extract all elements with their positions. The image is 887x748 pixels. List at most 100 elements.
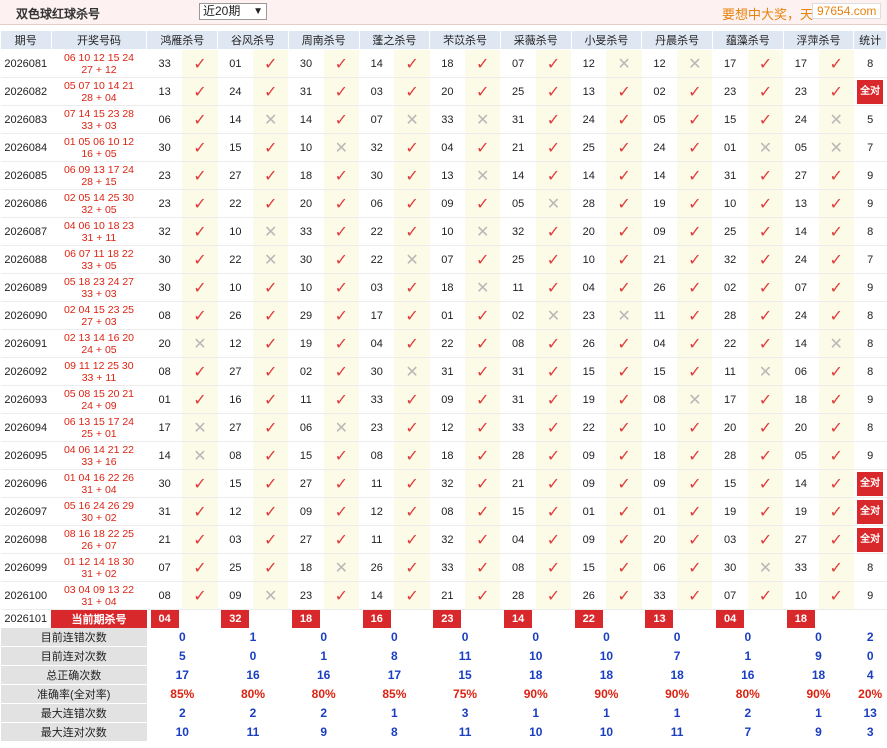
check-icon: ✓ <box>334 307 349 325</box>
draw-blue: 31 + 04 <box>81 483 117 496</box>
summary-value: 8 <box>359 646 430 666</box>
check-icon: ✓ <box>253 357 289 386</box>
check-icon: ✓ <box>546 111 561 129</box>
kill-number: 27 <box>288 469 324 498</box>
check-icon: ✓ <box>394 301 430 330</box>
check-icon: ✓ <box>606 469 642 498</box>
check-icon: ✓ <box>323 273 360 302</box>
draw-reds: 08 16 18 22 25 <box>63 527 135 540</box>
draw-reds: 05 07 10 14 21 <box>63 79 135 92</box>
check-icon: ✓ <box>323 357 360 386</box>
check-icon: ✓ <box>617 447 631 465</box>
check-icon: ✓ <box>546 587 561 605</box>
check-icon: ✓ <box>747 525 784 554</box>
summary-value: 0 <box>783 628 854 647</box>
check-icon: ✓ <box>394 497 430 526</box>
check-icon: ✓ <box>617 391 631 409</box>
check-icon: ✓ <box>546 223 561 241</box>
spacer-cell <box>748 610 783 629</box>
site-link[interactable]: 97654.com <box>812 3 882 19</box>
check-icon: ✓ <box>465 385 501 414</box>
draw-reds: 04 06 14 21 22 <box>63 443 135 456</box>
current-kill-label: 当前期杀号 <box>51 609 147 628</box>
check-icon: ✓ <box>405 55 419 73</box>
draw-reds: 01 05 06 10 12 <box>63 135 135 148</box>
stat-cell: 9 <box>853 441 887 470</box>
draw-cell: 06 07 11 18 22 33 + 05 <box>51 245 147 274</box>
check-icon: ✓ <box>193 307 207 325</box>
check-icon: ✓ <box>829 419 843 437</box>
table-row: 2026096 01 04 16 22 26 31 + 04 30 ✓ 15 ✓ 27 ✓ 11 ✓… <box>0 469 887 498</box>
check-icon: ✓ <box>747 413 784 442</box>
check-icon: ✓ <box>617 475 631 493</box>
kill-number: 09 <box>571 469 607 498</box>
check-icon: ✓ <box>617 279 631 297</box>
kill-number: 14 <box>359 581 395 610</box>
draw-cell: 09 11 12 25 30 33 + 11 <box>51 357 147 386</box>
check-icon: ✓ <box>253 525 289 554</box>
check-icon: ✓ <box>193 391 207 409</box>
check-icon: ✓ <box>476 559 490 577</box>
kill-number: 15 <box>217 133 253 162</box>
check-icon: ✓ <box>688 559 702 577</box>
draw-blue: 16 + 05 <box>81 147 117 160</box>
check-icon: ✓ <box>253 385 289 414</box>
check-icon: ✓ <box>677 553 713 582</box>
check-icon: ✓ <box>323 329 360 358</box>
check-icon: ✓ <box>677 357 713 386</box>
check-icon: ✓ <box>193 167 207 185</box>
kill-number-table: 期号 开奖号码 鸿雁杀号 谷风杀号 周南杀号 蓬之杀号 芣苡杀号 采薇杀号 小旻杀号 丹晨杀号… <box>0 30 887 742</box>
table-header-row: 期号 开奖号码 鸿雁杀号 谷风杀号 周南杀号 蓬之杀号 芣苡杀号 采薇杀号 小旻杀号 丹晨杀号… <box>0 30 887 50</box>
check-icon: ✓ <box>193 55 207 73</box>
check-icon: ✓ <box>465 245 501 274</box>
summary-value: 0 <box>429 628 501 647</box>
check-icon: ✓ <box>546 531 561 549</box>
kill-number: 19 <box>783 497 819 526</box>
table-row: 2026098 08 16 18 22 25 26 + 07 21 ✓ 03 ✓ 27 ✓ 11 ✓… <box>0 525 887 554</box>
kill-number: 21 <box>146 525 183 554</box>
summary-value: 1 <box>641 703 713 723</box>
check-icon: ✓ <box>606 217 642 246</box>
draw-reds: 02 05 14 25 30 <box>63 191 135 204</box>
kill-number: 30 <box>712 553 748 582</box>
summary-value: 0 <box>571 628 642 647</box>
kill-number: 21 <box>500 133 536 162</box>
check-icon: ✓ <box>476 503 490 521</box>
stat-cell: 9 <box>853 385 887 414</box>
kill-number: 19 <box>288 329 324 358</box>
check-icon: ✓ <box>677 525 713 554</box>
kill-number: 30 <box>146 133 183 162</box>
check-icon: ✓ <box>829 559 843 577</box>
summary-row: 最大连对次数 10 11 9 8 11 10 10 11 7 9 3 <box>0 722 887 742</box>
kill-number: 14 <box>571 161 607 190</box>
check-icon: ✓ <box>193 363 207 381</box>
draw-cell: 01 04 16 22 26 31 + 04 <box>51 469 147 498</box>
check-icon: ✓ <box>617 111 631 129</box>
check-icon: ✓ <box>688 279 702 297</box>
draw-reds: 06 09 13 17 24 <box>63 163 135 176</box>
stat-cell: 7 <box>853 133 887 162</box>
table-row: 2026089 05 18 23 24 27 33 + 03 30 ✓ 10 ✓ 10 ✓ 03 ✓… <box>0 273 887 302</box>
kill-number: 20 <box>288 189 324 218</box>
kill-number: 02 <box>500 301 536 330</box>
check-icon: ✓ <box>535 161 572 190</box>
check-icon: ✓ <box>405 447 419 465</box>
summary-value: 11 <box>429 646 501 666</box>
stat-cell: 8 <box>853 413 887 442</box>
check-icon: ✓ <box>476 475 490 493</box>
kill-number: 33 <box>429 105 466 134</box>
check-icon: ✓ <box>334 587 349 605</box>
check-icon: ✓ <box>688 195 702 213</box>
check-icon: ✓ <box>606 161 642 190</box>
cross-icon: ✕ <box>323 553 360 582</box>
period-cell: 2026099 <box>0 553 51 582</box>
cross-icon: ✕ <box>465 161 501 190</box>
period-cell: 2026095 <box>0 441 51 470</box>
col-expert: 丹晨杀号 <box>641 30 713 50</box>
kill-number: 19 <box>571 385 607 414</box>
range-select[interactable]: 近20期 ▼ <box>199 3 267 20</box>
kill-number: 15 <box>712 469 748 498</box>
kill-number: 08 <box>641 385 678 414</box>
kill-number: 08 <box>146 301 183 330</box>
kill-number: 20 <box>571 217 607 246</box>
